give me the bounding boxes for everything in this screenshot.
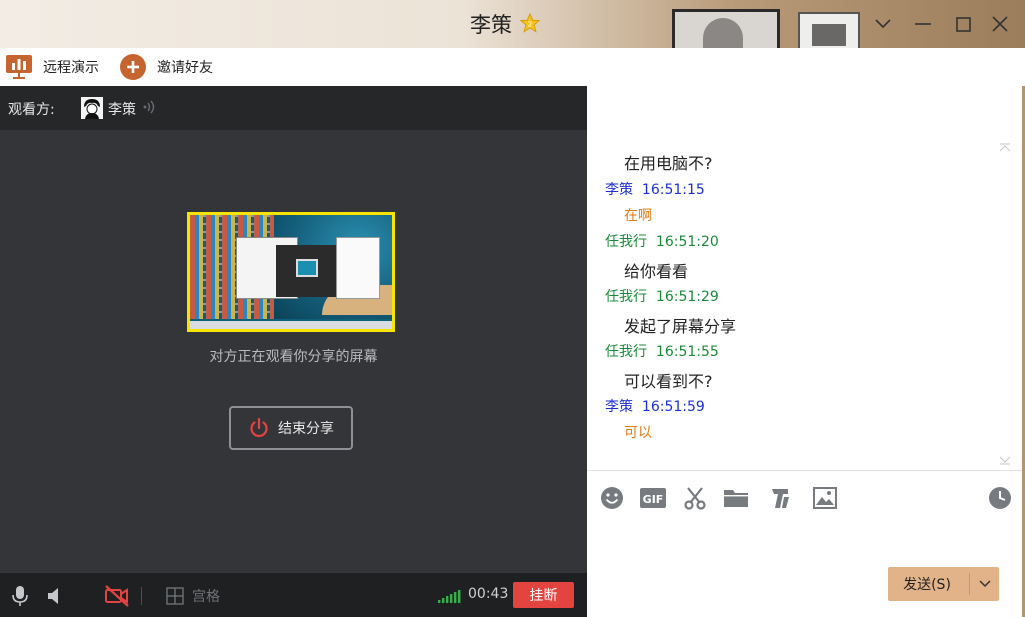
star-icon[interactable]: 2 — [519, 12, 541, 34]
grid-view-button[interactable]: 宫格 — [166, 585, 220, 607]
message-time: 16:51:59 — [641, 399, 705, 415]
image-icon[interactable] — [812, 485, 838, 511]
send-label: 发送(S) — [903, 577, 951, 593]
background-photo-frame-small — [798, 12, 860, 48]
viewer-label: 观看方: — [8, 102, 55, 118]
message-time: 16:51:29 — [655, 289, 719, 305]
divider — [141, 585, 142, 607]
svg-text:GIF: GIF — [643, 493, 664, 506]
message-sender: 任我行 — [605, 344, 647, 360]
message-sender: 李策 — [605, 182, 633, 198]
background-photo-frame — [672, 9, 780, 51]
emoji-icon[interactable] — [599, 485, 625, 511]
message-header: 任我行 16:51:20 — [605, 231, 719, 251]
message-text: 在啊 — [624, 208, 652, 224]
message-text: 给你看看 — [624, 262, 689, 281]
presentation-icon — [5, 53, 33, 81]
call-timer: 00:43 — [468, 586, 509, 602]
chevron-down-icon[interactable] — [870, 12, 896, 36]
speaker-icon[interactable] — [46, 585, 64, 607]
add-icon — [119, 53, 147, 81]
scissors-icon[interactable] — [682, 485, 708, 511]
share-status-caption: 对方正在观看你分享的屏幕 — [209, 349, 378, 365]
message-time: 16:51:55 — [655, 344, 719, 360]
invite-friends-button[interactable]: 邀请好友 — [119, 53, 213, 81]
send-button-group: 发送(S) — [888, 567, 999, 601]
hangup-button[interactable]: 挂断 — [513, 582, 574, 608]
end-share-label: 结束分享 — [278, 421, 334, 437]
window-title: 李策 — [470, 13, 512, 37]
title-bar: 李策 2 — [0, 0, 1025, 51]
shared-screen-preview — [187, 212, 395, 332]
message-header: 李策 16:51:15 — [605, 179, 705, 199]
message-time: 16:51:15 — [641, 182, 705, 198]
message-header: 任我行 16:51:29 — [605, 286, 719, 306]
screen-share-panel: 观看方: 李策 对方正在观看你分享的屏幕 结束分享 宫格 00:43 挂断 — [0, 86, 587, 617]
invite-friends-label: 邀请好友 — [157, 60, 213, 76]
font-icon[interactable] — [767, 485, 793, 511]
maximize-icon[interactable] — [950, 12, 976, 36]
message-text: 在用电脑不? — [624, 154, 713, 173]
avatar[interactable] — [81, 97, 103, 119]
remote-demo-button[interactable]: 远程演示 — [5, 53, 99, 81]
message-header: 任我行 16:51:55 — [605, 341, 719, 361]
message-text: 可以看到不? — [624, 372, 713, 391]
message-time: 16:51:20 — [655, 234, 719, 250]
scroll-up-icon[interactable] — [999, 142, 1011, 154]
message-header: 李策 16:51:59 — [605, 396, 705, 416]
grid-icon — [166, 587, 184, 605]
folder-icon[interactable] — [723, 485, 749, 511]
message-list: 在用电脑不? 李策 16:51:15 在啊 任我行 16:51:20 给你看看 … — [587, 86, 1017, 470]
power-icon — [250, 417, 268, 438]
scroll-down-icon[interactable] — [999, 454, 1011, 466]
viewer-bar: 观看方: 李策 — [0, 86, 587, 130]
close-icon[interactable] — [987, 12, 1013, 36]
gif-icon[interactable]: GIF — [640, 485, 666, 511]
camera-off-icon[interactable] — [104, 585, 130, 607]
microphone-icon[interactable] — [11, 585, 29, 607]
send-button[interactable]: 发送(S) — [888, 567, 966, 601]
message-sender: 李策 — [605, 399, 633, 415]
message-input-area[interactable]: GIF 发送(S) — [587, 470, 1022, 617]
message-sender: 任我行 — [605, 234, 647, 250]
send-options-dropdown[interactable] — [970, 567, 999, 601]
message-text: 可以 — [624, 425, 652, 441]
grid-view-label: 宫格 — [192, 589, 220, 605]
message-sender: 任我行 — [605, 289, 647, 305]
svg-text:2: 2 — [528, 20, 533, 29]
preview-taskbar — [190, 321, 392, 329]
message-text: 发起了屏幕分享 — [624, 317, 737, 336]
chevron-down-icon — [978, 580, 991, 588]
history-clock-icon[interactable] — [987, 485, 1013, 511]
preview-window-right — [336, 237, 380, 299]
chat-panel: 在用电脑不? 李策 16:51:15 在啊 任我行 16:51:20 给你看看 … — [587, 86, 1025, 617]
toolbar: 远程演示 邀请好友 — [0, 48, 1025, 86]
sound-wave-icon — [143, 99, 157, 119]
remote-demo-label: 远程演示 — [43, 60, 99, 76]
signal-strength-icon — [438, 585, 462, 607]
minimize-icon[interactable] — [910, 12, 936, 36]
preview-window-dark — [276, 245, 336, 297]
viewer-name: 李策 — [108, 102, 136, 118]
call-control-bar: 宫格 00:43 挂断 — [0, 573, 587, 617]
end-share-button[interactable]: 结束分享 — [229, 406, 353, 450]
